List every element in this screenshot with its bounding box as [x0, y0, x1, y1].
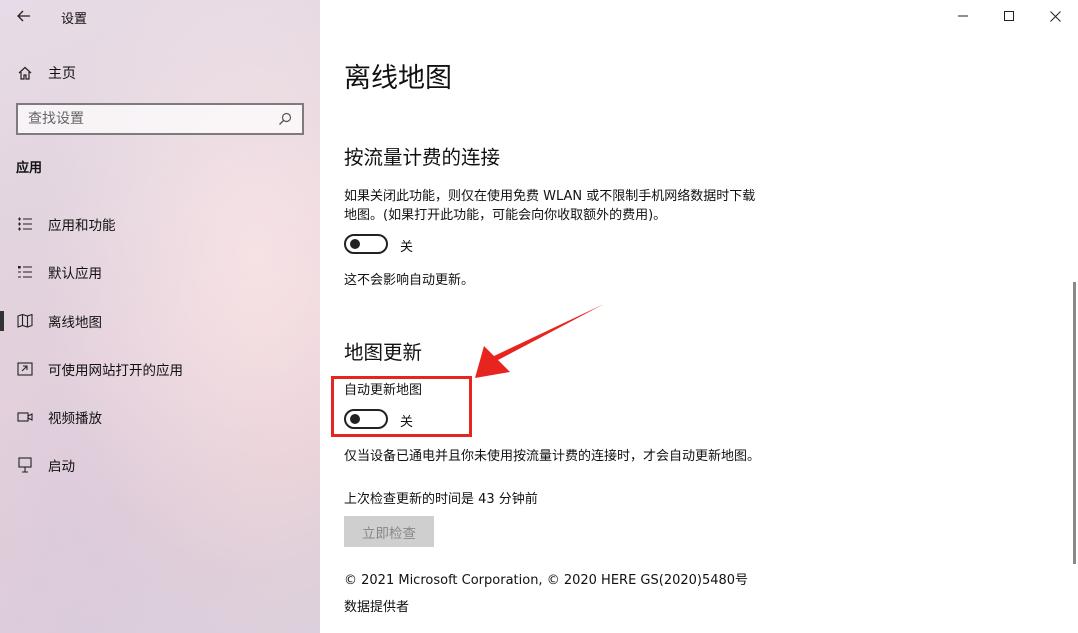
sidebar-item-default-apps[interactable]: 默认应用 [0, 253, 320, 291]
sidebar-item-label: 默认应用 [48, 266, 102, 282]
metered-toggle-state: 关 [400, 240, 414, 255]
sidebar-item-apps-for-websites[interactable]: 可使用网站打开的应用 [0, 350, 320, 388]
metered-note: 这不会影响自动更新。 [344, 273, 475, 288]
default-apps-icon [16, 264, 33, 281]
maximize-button[interactable] [986, 0, 1032, 32]
auto-update-description: 仅当设备已通电并且你未使用按流量计费的连接时，才会自动更新地图。 [344, 449, 761, 464]
map-updates-heading: 地图更新 [344, 341, 423, 364]
sidebar-home[interactable]: 主页 [16, 63, 76, 83]
search-icon[interactable] [278, 111, 294, 127]
data-providers-link[interactable]: 数据提供者 [344, 597, 409, 618]
main-panel: 离线地图 按流量计费的连接 如果关闭此功能，则仅在使用免费 WLAN 或不限制手… [320, 0, 1078, 633]
sidebar: 设置 主页 应用 应用和功能 默认应用 [0, 0, 320, 633]
metered-heading: 按流量计费的连接 [344, 146, 501, 169]
sidebar-item-label: 离线地图 [48, 315, 102, 331]
apps-for-websites-icon [16, 361, 33, 378]
startup-icon [16, 457, 33, 474]
sidebar-item-startup[interactable]: 启动 [0, 446, 320, 484]
copyright-text: © 2021 Microsoft Corporation, © 2020 HER… [344, 573, 749, 588]
sidebar-item-offline-maps[interactable]: 离线地图 [0, 302, 320, 340]
sidebar-item-video-playback[interactable]: 视频播放 [0, 398, 320, 436]
settings-search[interactable] [16, 103, 304, 135]
home-label: 主页 [48, 66, 76, 82]
metered-description-line1: 如果关闭此功能，则仅在使用免费 WLAN 或不限制手机网络数据时下载 [344, 189, 756, 204]
close-icon [1049, 10, 1061, 22]
metered-description-line2: 地图。(如果打开此功能，可能会向你收取额外的费用)。 [344, 208, 667, 223]
annotation-arrow-icon [475, 304, 604, 378]
sidebar-item-label: 启动 [48, 459, 75, 475]
maximize-icon [1004, 11, 1014, 21]
section-label-apps: 应用 [16, 161, 43, 176]
search-input[interactable] [28, 111, 278, 127]
annotation-highlight-box [331, 376, 472, 437]
apps-features-icon [16, 216, 33, 233]
home-icon [16, 64, 34, 82]
sidebar-item-label: 视频播放 [48, 411, 102, 427]
close-button[interactable] [1032, 0, 1078, 32]
toggle-knob [350, 239, 360, 249]
minimize-icon [958, 15, 968, 17]
last-checked-text: 上次检查更新的时间是 43 分钟前 [344, 492, 538, 507]
scrollbar[interactable] [1073, 282, 1076, 564]
back-button[interactable] [10, 4, 38, 28]
minimize-button[interactable] [940, 0, 986, 32]
sidebar-item-label: 可使用网站打开的应用 [48, 363, 183, 379]
metered-toggle[interactable] [344, 234, 388, 254]
video-playback-icon [16, 409, 33, 426]
window-title: 设置 [61, 12, 88, 27]
sidebar-item-label: 应用和功能 [48, 218, 116, 234]
page-title: 离线地图 [344, 63, 452, 94]
sidebar-item-apps-features[interactable]: 应用和功能 [0, 205, 320, 243]
back-arrow-icon [17, 10, 30, 22]
check-now-button[interactable]: 立即检查 [344, 516, 434, 547]
offline-maps-icon [16, 313, 33, 330]
